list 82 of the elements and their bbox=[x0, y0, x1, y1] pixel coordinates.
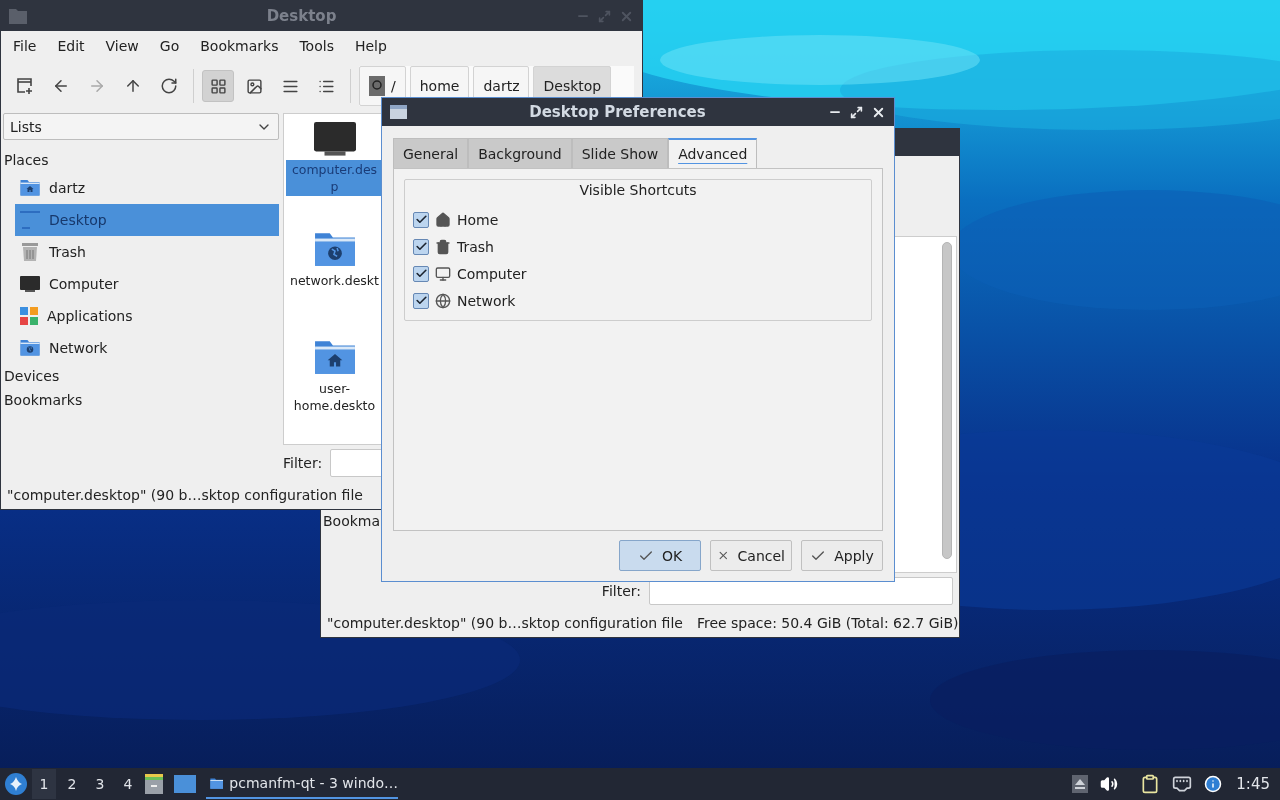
volume-icon[interactable] bbox=[1100, 775, 1119, 793]
notification-icon[interactable] bbox=[1204, 775, 1223, 793]
tab[interactable]: Slide Show bbox=[571, 138, 669, 168]
sidebar-item[interactable]: Computer bbox=[15, 268, 279, 300]
window-title: Desktop bbox=[265, 7, 338, 25]
menu-item[interactable]: Bookmarks bbox=[192, 38, 287, 54]
status-text: "computer.desktop" (90 b…sktop configuration file bbox=[7, 487, 363, 503]
monitor-icon bbox=[20, 276, 40, 292]
file-name[interactable]: network.deskt bbox=[286, 270, 383, 290]
menu-item[interactable]: Tools bbox=[291, 38, 342, 54]
taskbar-task-button[interactable]: pcmanfm-qt - 3 windo… bbox=[206, 769, 398, 799]
trash-icon bbox=[435, 238, 451, 255]
tab[interactable]: Advanced bbox=[668, 138, 758, 168]
reload-icon bbox=[160, 77, 178, 95]
image-icon bbox=[245, 77, 263, 95]
network-folder-icon bbox=[20, 339, 40, 357]
tab[interactable]: General bbox=[393, 138, 469, 168]
desktop-switch-button[interactable]: 3 bbox=[88, 769, 112, 799]
window-icon bbox=[390, 105, 407, 119]
sidebar-item[interactable]: Trash bbox=[15, 236, 279, 268]
menu-item[interactable]: View bbox=[97, 38, 147, 54]
desktop-icon bbox=[20, 210, 40, 230]
ok-button[interactable]: OK bbox=[619, 540, 701, 571]
back-icon bbox=[52, 77, 70, 95]
scrollbar[interactable] bbox=[942, 242, 952, 559]
clock: 1:45 bbox=[1236, 775, 1270, 793]
checkbox-label: Network bbox=[457, 292, 516, 309]
sidebar-section-title: Bookma bbox=[323, 513, 382, 529]
group-title: Visible Shortcuts bbox=[578, 182, 698, 200]
desktop-switch-button[interactable]: 2 bbox=[60, 769, 84, 799]
apply-button[interactable]: Apply bbox=[801, 540, 883, 571]
forward-icon bbox=[88, 77, 106, 95]
sidebar-mode-dropdown[interactable]: Lists bbox=[3, 113, 279, 140]
filter-label: Filter: bbox=[283, 455, 323, 471]
menu-item[interactable]: Help bbox=[346, 38, 395, 54]
drive-icon bbox=[369, 76, 385, 96]
network-icon[interactable] bbox=[1172, 774, 1193, 794]
status-text: "computer.desktop" (90 b…sktop configuration file bbox=[327, 615, 683, 631]
folder-icon bbox=[9, 8, 27, 24]
home-folder-icon bbox=[313, 339, 356, 376]
sidebar-item[interactable]: Network bbox=[15, 332, 279, 364]
path-button[interactable]: / bbox=[359, 66, 406, 106]
checkbox-label: Trash bbox=[457, 238, 494, 255]
desktop-switch-button[interactable]: 1 bbox=[32, 769, 56, 799]
maximize-icon[interactable] bbox=[850, 105, 863, 119]
monitor-icon bbox=[435, 265, 451, 282]
menu-item[interactable]: Edit bbox=[49, 38, 93, 54]
sidebar-item[interactable]: Applications bbox=[15, 300, 279, 332]
view-mode-button[interactable] bbox=[202, 70, 234, 102]
sidebar-item[interactable]: Desktop bbox=[15, 204, 279, 236]
applications-icon bbox=[20, 307, 38, 325]
globe-icon bbox=[435, 292, 451, 309]
sidebar-section-title[interactable]: Places bbox=[3, 148, 279, 172]
grid-icon bbox=[209, 77, 227, 95]
desktop-switch-button[interactable]: 4 bbox=[116, 769, 140, 799]
checkbox[interactable] bbox=[413, 211, 429, 228]
eject-icon[interactable] bbox=[1072, 775, 1089, 793]
trash-icon bbox=[20, 242, 40, 262]
clipboard-icon[interactable] bbox=[1140, 774, 1161, 794]
network-folder-icon bbox=[313, 230, 356, 267]
file-name[interactable]: user- home.deskto bbox=[286, 379, 383, 416]
cancel-button[interactable]: Cancel bbox=[710, 540, 792, 571]
new-window-icon bbox=[16, 77, 34, 95]
checkbox[interactable] bbox=[413, 265, 429, 282]
start-menu-icon[interactable] bbox=[4, 772, 28, 796]
sidebar-section-title[interactable]: Bookmarks bbox=[3, 388, 279, 412]
monitor-icon bbox=[313, 122, 356, 156]
sidebar-section-title[interactable]: Devices bbox=[3, 364, 279, 388]
sidebar-item[interactable]: dartz bbox=[15, 172, 279, 204]
file-cabinet-icon[interactable] bbox=[144, 774, 164, 794]
menu-item[interactable]: File bbox=[5, 38, 45, 54]
checkbox[interactable] bbox=[413, 292, 429, 309]
checkbox-label: Computer bbox=[457, 265, 527, 282]
filter-label: Filter: bbox=[601, 583, 641, 599]
home-icon bbox=[435, 211, 451, 228]
free-space-text: Free space: 50.4 GiB (Total: 62.7 GiB) bbox=[696, 615, 959, 631]
checkbox[interactable] bbox=[413, 238, 429, 255]
menu-item[interactable]: Go bbox=[151, 38, 188, 54]
window-title: Desktop Preferences bbox=[528, 103, 707, 121]
checkbox-label: Home bbox=[457, 211, 499, 228]
tab[interactable]: Background bbox=[468, 138, 572, 168]
home-folder-icon bbox=[20, 179, 40, 197]
